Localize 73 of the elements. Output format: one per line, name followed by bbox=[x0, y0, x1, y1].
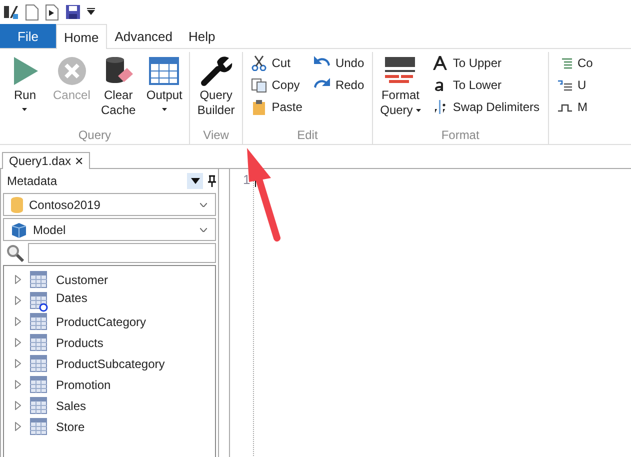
expand-icon bbox=[15, 338, 21, 347]
expand-icon bbox=[15, 401, 21, 410]
run-file-icon[interactable] bbox=[45, 4, 59, 20]
expand-icon bbox=[15, 380, 21, 389]
ribbon-button[interactable]: Output bbox=[143, 52, 186, 128]
expand-icon bbox=[15, 317, 21, 326]
chevron-icon bbox=[200, 202, 207, 206]
ribbon-button[interactable]: Query Builder bbox=[194, 52, 238, 128]
tree-item[interactable]: ProductSubcategory bbox=[15, 353, 215, 374]
expand-icon bbox=[15, 422, 21, 431]
group-label: Query bbox=[77, 128, 112, 144]
table-icon bbox=[30, 418, 47, 435]
caret-icon bbox=[190, 178, 200, 184]
chevron-icon bbox=[200, 228, 207, 232]
expand-icon bbox=[15, 296, 21, 305]
scissors-icon bbox=[250, 55, 267, 71]
tree-item[interactable]: Customer bbox=[15, 269, 215, 290]
tree-item[interactable]: Sales bbox=[15, 395, 215, 416]
ribbon-button[interactable]: Redo bbox=[314, 76, 364, 94]
ribbon-button[interactable]: Swap Delimiters bbox=[432, 98, 540, 116]
expand-icon bbox=[15, 359, 21, 368]
search-icon bbox=[6, 244, 24, 262]
group-label: Edit bbox=[296, 128, 319, 144]
tree-item[interactable]: Products bbox=[15, 332, 215, 353]
table-icon bbox=[30, 313, 47, 330]
pin-icon[interactable] bbox=[208, 175, 216, 187]
ribbon-tab[interactable]: Help bbox=[180, 24, 224, 48]
app-logo-icon[interactable] bbox=[3, 4, 19, 20]
clipboard-icon bbox=[250, 99, 267, 115]
ribbon-button[interactable]: To Upper bbox=[432, 54, 540, 72]
table-icon bbox=[30, 355, 47, 372]
ribbon-button[interactable]: Co bbox=[556, 54, 593, 72]
database-dropdown[interactable]: Contoso2019 bbox=[3, 193, 216, 216]
database-icon bbox=[11, 196, 23, 212]
panel-title: Metadata bbox=[7, 174, 58, 188]
ribbon-button[interactable]: M bbox=[556, 98, 593, 116]
table-icon bbox=[30, 334, 47, 351]
group-label: View bbox=[202, 128, 230, 144]
save-icon[interactable] bbox=[65, 4, 81, 20]
clock-badge-icon bbox=[39, 303, 48, 312]
ribbon-button[interactable]: Run bbox=[4, 52, 46, 128]
ribbon-button[interactable]: To Lower bbox=[432, 76, 540, 94]
document-tab[interactable]: Query1.dax ✕ bbox=[2, 152, 90, 169]
tree-item[interactable]: Dates bbox=[15, 290, 215, 311]
wrench-icon bbox=[199, 54, 234, 88]
line-number: 1 bbox=[243, 172, 250, 187]
new-file-icon[interactable] bbox=[25, 4, 39, 20]
ribbon-button[interactable]: Format Query bbox=[377, 52, 424, 128]
grid-icon bbox=[147, 54, 182, 88]
uppercase-icon bbox=[432, 55, 448, 71]
cube-icon bbox=[11, 222, 27, 238]
tree-item[interactable]: Store bbox=[15, 416, 215, 437]
table-icon bbox=[30, 376, 47, 393]
model-dropdown[interactable]: Model bbox=[3, 218, 216, 241]
ribbon-button[interactable]: Copy bbox=[250, 76, 302, 94]
expand-icon bbox=[15, 275, 21, 284]
ribbon-button[interactable]: Clear Cache bbox=[97, 52, 140, 128]
dropdown-caret-icon[interactable] bbox=[87, 8, 95, 16]
ribbon-button[interactable]: Paste bbox=[250, 98, 302, 116]
group-label: Format bbox=[440, 128, 480, 144]
file-tab[interactable]: File bbox=[0, 24, 56, 48]
ribbon-button[interactable]: Cut bbox=[250, 54, 302, 72]
copy-icon bbox=[250, 77, 267, 93]
panel-menu-button[interactable] bbox=[187, 173, 203, 189]
ribbon-button[interactable]: Undo bbox=[314, 54, 364, 72]
ribbon-button[interactable]: U bbox=[556, 76, 593, 94]
ribbon-tab[interactable]: Advanced bbox=[106, 24, 181, 48]
search-field[interactable] bbox=[28, 243, 216, 263]
table-icon bbox=[30, 397, 47, 414]
tree-item[interactable]: Promotion bbox=[15, 374, 215, 395]
table-icon bbox=[30, 271, 47, 288]
tree-item[interactable]: ProductCategory bbox=[15, 311, 215, 332]
ribbon-tab[interactable]: Home bbox=[56, 24, 107, 49]
